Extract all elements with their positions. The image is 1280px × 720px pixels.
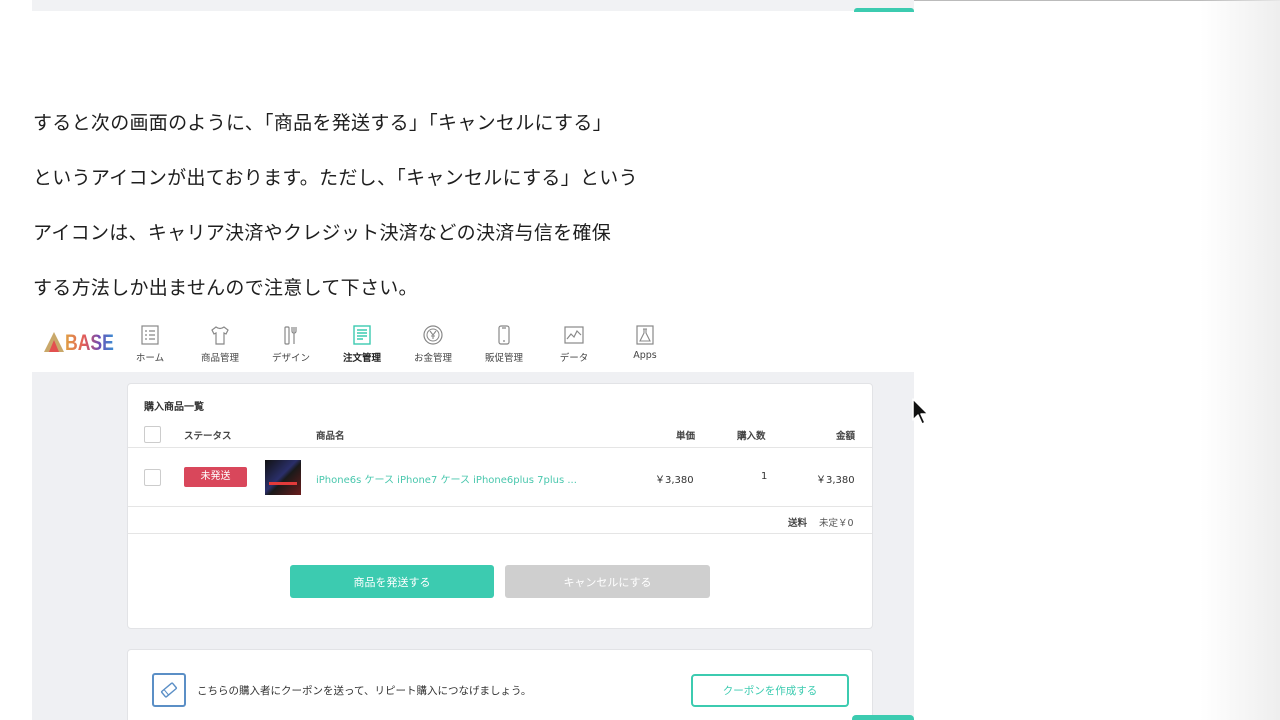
article-line: というアイコンが出ております。ただし、「キャンセルにする」という [33,167,638,189]
base-order-screenshot: BASE ホーム 商品管理 デザイン 注文管理 お金管理 販促管理 データ Ap… [32,316,914,720]
column-product-name: 商品名 [316,431,345,442]
card-title: 購入商品一覧 [144,402,204,413]
article-line: アイコンは、キャリア決済やクレジット決済などの決済与信を確保 [33,222,612,244]
order-document-icon [353,325,371,345]
smartphone-icon [498,325,510,345]
create-coupon-button[interactable]: クーポンを作成する [691,674,849,707]
base-logo-tent-icon [44,332,64,354]
base-logo[interactable]: BASE [44,329,126,357]
floating-button-edge [852,715,914,720]
status-badge: 未発送 [184,467,247,487]
nav-promotion[interactable]: 販促管理 [474,324,534,368]
nav-data[interactable]: データ [544,324,604,368]
page-edge-shadow [1200,0,1280,720]
table-row: 未発送 iPhone6s ケース iPhone7 ケース iPhone6plus… [128,449,872,507]
home-list-icon [141,325,159,345]
nav-label: デザイン [271,353,310,364]
row-checkbox[interactable] [144,469,161,486]
product-name-link[interactable]: iPhone6s ケース iPhone7 ケース iPhone6plus 7pl… [316,471,577,486]
coupon-card: こちらの購入者にクーポンを送って、リピート購入につなげましょう。 クーポンを作成… [127,649,873,720]
nav-label: Apps [633,350,657,361]
previous-screenshot-strip [32,0,914,11]
article-line: すると次の画面のように、「商品を発送する」「キャンセルにする」 [33,112,612,134]
quantity-value: 1 [761,471,768,482]
ship-product-button[interactable]: 商品を発送する [290,565,494,598]
previous-screenshot-button-edge [854,8,914,12]
base-top-nav: BASE ホーム 商品管理 デザイン 注文管理 お金管理 販促管理 データ Ap… [32,316,914,372]
coupon-message: こちらの購入者にクーポンを送って、リピート購入につなげましょう。 [197,685,532,697]
column-unit-price: 単価 [676,431,696,442]
flask-icon [636,325,654,345]
chart-icon [564,326,584,344]
nav-label: お金管理 [413,353,452,364]
shipping-label: 送料 [788,518,808,529]
product-thumbnail[interactable] [265,460,301,495]
nav-label: ホーム [135,353,165,364]
tools-icon [284,326,297,345]
table-header: ステータス 商品名 単価 購入数 金額 [128,422,872,448]
tshirt-icon [211,326,229,345]
yen-coin-icon [423,325,443,345]
nav-label: データ [559,353,589,364]
article-text: すると次の画面のように、「商品を発送する」「キャンセルにする」 というアイコンが… [33,96,753,316]
nav-apps[interactable]: Apps [615,324,675,368]
coupon-ticket-icon [152,673,186,707]
amount-value: ￥3,380 [816,475,855,486]
base-logo-text: BASE [65,330,114,355]
nav-label: 注文管理 [342,353,381,364]
shipping-value: 未定￥0 [819,518,854,529]
nav-design[interactable]: デザイン [261,324,321,368]
shipping-row: 送料 未定￥0 [128,508,872,534]
nav-label: 販促管理 [484,353,523,364]
nav-orders[interactable]: 注文管理 [332,324,392,368]
nav-label: 商品管理 [200,353,239,364]
article-line: する方法しか出ませんので注意して下さい。 [33,277,418,299]
column-amount: 金額 [836,431,856,442]
column-quantity: 購入数 [737,431,766,442]
unit-price-value: ￥3,380 [655,475,694,486]
select-all-checkbox[interactable] [144,426,161,443]
nav-home[interactable]: ホーム [120,324,180,368]
nav-products[interactable]: 商品管理 [190,324,250,368]
cancel-order-button[interactable]: キャンセルにする [505,565,710,598]
column-status: ステータス [184,431,232,442]
mouse-pointer-icon [912,398,929,425]
nav-money[interactable]: お金管理 [403,324,463,368]
purchased-items-card: 購入商品一覧 ステータス 商品名 単価 購入数 金額 未発送 iPhone6s … [127,383,873,629]
